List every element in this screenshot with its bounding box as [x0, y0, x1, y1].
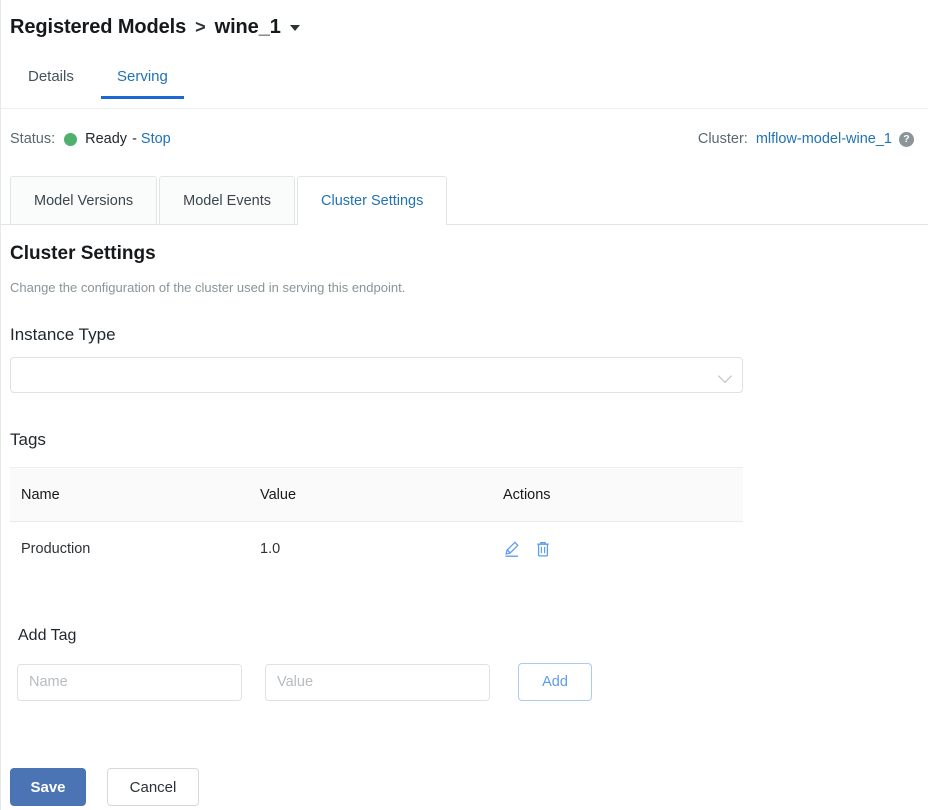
save-button[interactable]: Save — [10, 768, 86, 806]
serving-cluster-settings-page: Registered Models > wine_1 Details Servi… — [0, 0, 928, 810]
status-label: Status: — [10, 131, 55, 147]
status-indicator-dot-icon — [64, 133, 77, 146]
add-tag-title: Add Tag — [18, 627, 76, 645]
chevron-down-icon[interactable] — [290, 25, 300, 31]
column-header-name: Name — [10, 487, 260, 503]
tab-model-versions[interactable]: Model Versions — [10, 176, 157, 224]
tag-actions-cell — [503, 540, 732, 558]
tab-model-events[interactable]: Model Events — [159, 176, 295, 224]
help-circle-icon[interactable]: ? — [899, 132, 914, 147]
cluster-name-link[interactable]: mlflow-model-wine_1 — [756, 131, 892, 147]
breadcrumb-current-model: wine_1 — [215, 16, 281, 39]
breadcrumb-root-link[interactable]: Registered Models — [10, 16, 186, 39]
tab-details[interactable]: Details — [28, 68, 74, 99]
column-header-actions: Actions — [503, 487, 732, 503]
column-header-value: Value — [260, 487, 503, 503]
breadcrumb-separator: > — [195, 17, 206, 38]
tag-value-cell: 1.0 — [260, 541, 503, 557]
page-title: Cluster Settings — [10, 243, 156, 265]
chevron-down-icon — [718, 369, 732, 383]
edit-pencil-icon[interactable] — [503, 540, 521, 558]
add-tag-form: Add — [17, 663, 592, 701]
tab-cluster-settings[interactable]: Cluster Settings — [297, 176, 447, 224]
breadcrumb: Registered Models > wine_1 — [1, 0, 928, 55]
form-actions: Save Cancel — [10, 768, 199, 806]
tags-section-title: Tags — [10, 430, 46, 450]
instance-type-select[interactable] — [10, 357, 743, 393]
cluster-label: Cluster: — [698, 131, 748, 147]
cluster-group: Cluster: mlflow-model-wine_1 ? — [698, 131, 914, 147]
secondary-tabs: Model Versions Model Events Cluster Sett… — [1, 176, 928, 225]
table-header-row: Name Value Actions — [10, 467, 743, 522]
status-row: Status: Ready - Stop Cluster: mlflow-mod… — [1, 131, 928, 157]
status-separator: - — [132, 131, 137, 147]
status-state: Ready — [85, 131, 127, 147]
trash-icon[interactable] — [534, 540, 552, 558]
page-description: Change the configuration of the cluster … — [10, 280, 405, 295]
primary-tabs: Details Serving — [1, 58, 928, 109]
tags-table: Name Value Actions Production 1.0 — [10, 467, 743, 576]
tag-name-input[interactable] — [17, 664, 242, 701]
tag-name-cell: Production — [10, 541, 260, 557]
tag-value-input[interactable] — [265, 664, 490, 701]
status-group: Status: Ready - Stop — [10, 131, 171, 147]
table-row: Production 1.0 — [10, 522, 743, 576]
tab-serving[interactable]: Serving — [117, 68, 168, 99]
instance-type-label: Instance Type — [10, 325, 116, 345]
cancel-button[interactable]: Cancel — [107, 768, 199, 806]
stop-link[interactable]: Stop — [141, 131, 171, 147]
add-tag-button[interactable]: Add — [518, 663, 592, 701]
